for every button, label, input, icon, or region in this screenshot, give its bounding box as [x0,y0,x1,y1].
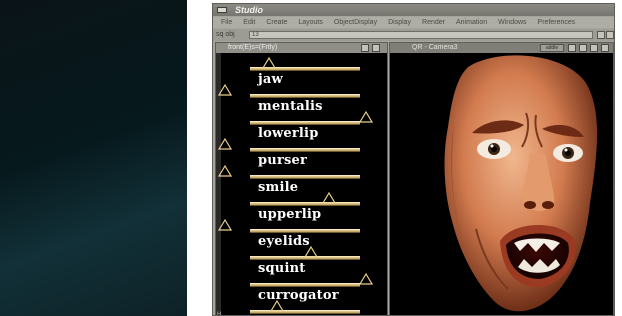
object-field[interactable]: 13 [249,31,593,39]
triangle-slider-thumb-icon[interactable] [218,219,232,231]
studio-window: Studio File Edit Create Layouts ObjectDi… [212,3,615,316]
slider-track[interactable] [250,148,360,152]
slider-label-purser: purser [258,153,308,168]
camera-viewport: QR - Camera3 addle [389,42,614,315]
pane-maximize-icon[interactable] [361,44,369,52]
slider-track[interactable] [250,202,360,206]
slider-track[interactable] [250,283,360,287]
triangle-slider-thumb-icon[interactable] [262,57,277,69]
triangle-slider-thumb-icon[interactable] [321,192,336,204]
menu-animation[interactable]: Animation [456,17,487,28]
triangle-slider-thumb-icon[interactable] [218,138,232,150]
slider-label-upperlip: upperlip [258,207,322,222]
object-label: sq obj [216,31,235,38]
pane-close-icon[interactable] [579,44,587,52]
slider-label-eyelids: eyelids [258,234,310,249]
menu-layouts[interactable]: Layouts [298,17,323,28]
slider-track[interactable] [250,175,360,179]
triangle-slider-thumb-icon[interactable] [218,165,232,177]
viewport-title: QR - Camera3 [412,44,458,51]
pane-menu-icon[interactable] [601,44,609,52]
slider-pane-header: front(E)s=(Frtly) [216,43,387,53]
menu-windows[interactable]: Windows [498,17,526,28]
menu-bar: File Edit Create Layouts ObjectDisplay D… [213,17,614,28]
toolbar-button-b[interactable] [606,31,614,39]
menu-render[interactable]: Render [422,17,445,28]
slider-track[interactable] [250,94,360,98]
triangle-slider-thumb-icon[interactable] [358,111,373,123]
slider-label-squint: squint [258,261,306,276]
menu-create[interactable]: Create [266,17,287,28]
triangle-slider-thumb-icon[interactable] [218,84,232,96]
slider-pane: front(E)s=(Frtly) H jaw mentalis lowerlip p… [215,42,388,316]
menu-display[interactable]: Display [388,17,411,28]
menu-file[interactable]: File [221,17,232,28]
viewport-header: QR - Camera3 addle [390,43,613,53]
rendered-face-image [444,55,598,312]
slider-track[interactable] [250,229,360,233]
triangle-slider-thumb-icon[interactable] [358,273,373,285]
triangle-slider-thumb-icon[interactable] [269,300,284,312]
window-title: Studio [235,5,263,15]
menu-preferences[interactable]: Preferences [538,17,576,28]
dark-side-panel [0,0,187,316]
slider-label-lowerlip: lowerlip [258,126,319,141]
pane-grid-icon[interactable] [590,44,598,52]
window-titlebar[interactable]: Studio [213,4,614,16]
toolbar-button-a[interactable] [597,31,605,39]
slider-pane-title: front(E)s=(Frtly) [228,44,278,51]
pane-maximize-icon[interactable] [568,44,576,52]
viewport-chip[interactable]: addle [540,44,564,52]
scrollbar-label: H [217,312,222,316]
window-menu-icon[interactable] [217,7,227,13]
menu-objectdisplay[interactable]: ObjectDisplay [334,17,377,28]
slider-track[interactable] [250,121,360,125]
slider-label-mentalis: mentalis [258,99,323,114]
slider-label-smile: smile [258,180,299,195]
menu-edit[interactable]: Edit [243,17,255,28]
pane-close-icon[interactable] [372,44,380,52]
slider-label-jaw: jaw [258,72,283,87]
object-toolbar: sq obj 13 [213,29,614,41]
slider-track[interactable] [250,310,360,314]
triangle-slider-thumb-icon[interactable] [303,246,318,258]
